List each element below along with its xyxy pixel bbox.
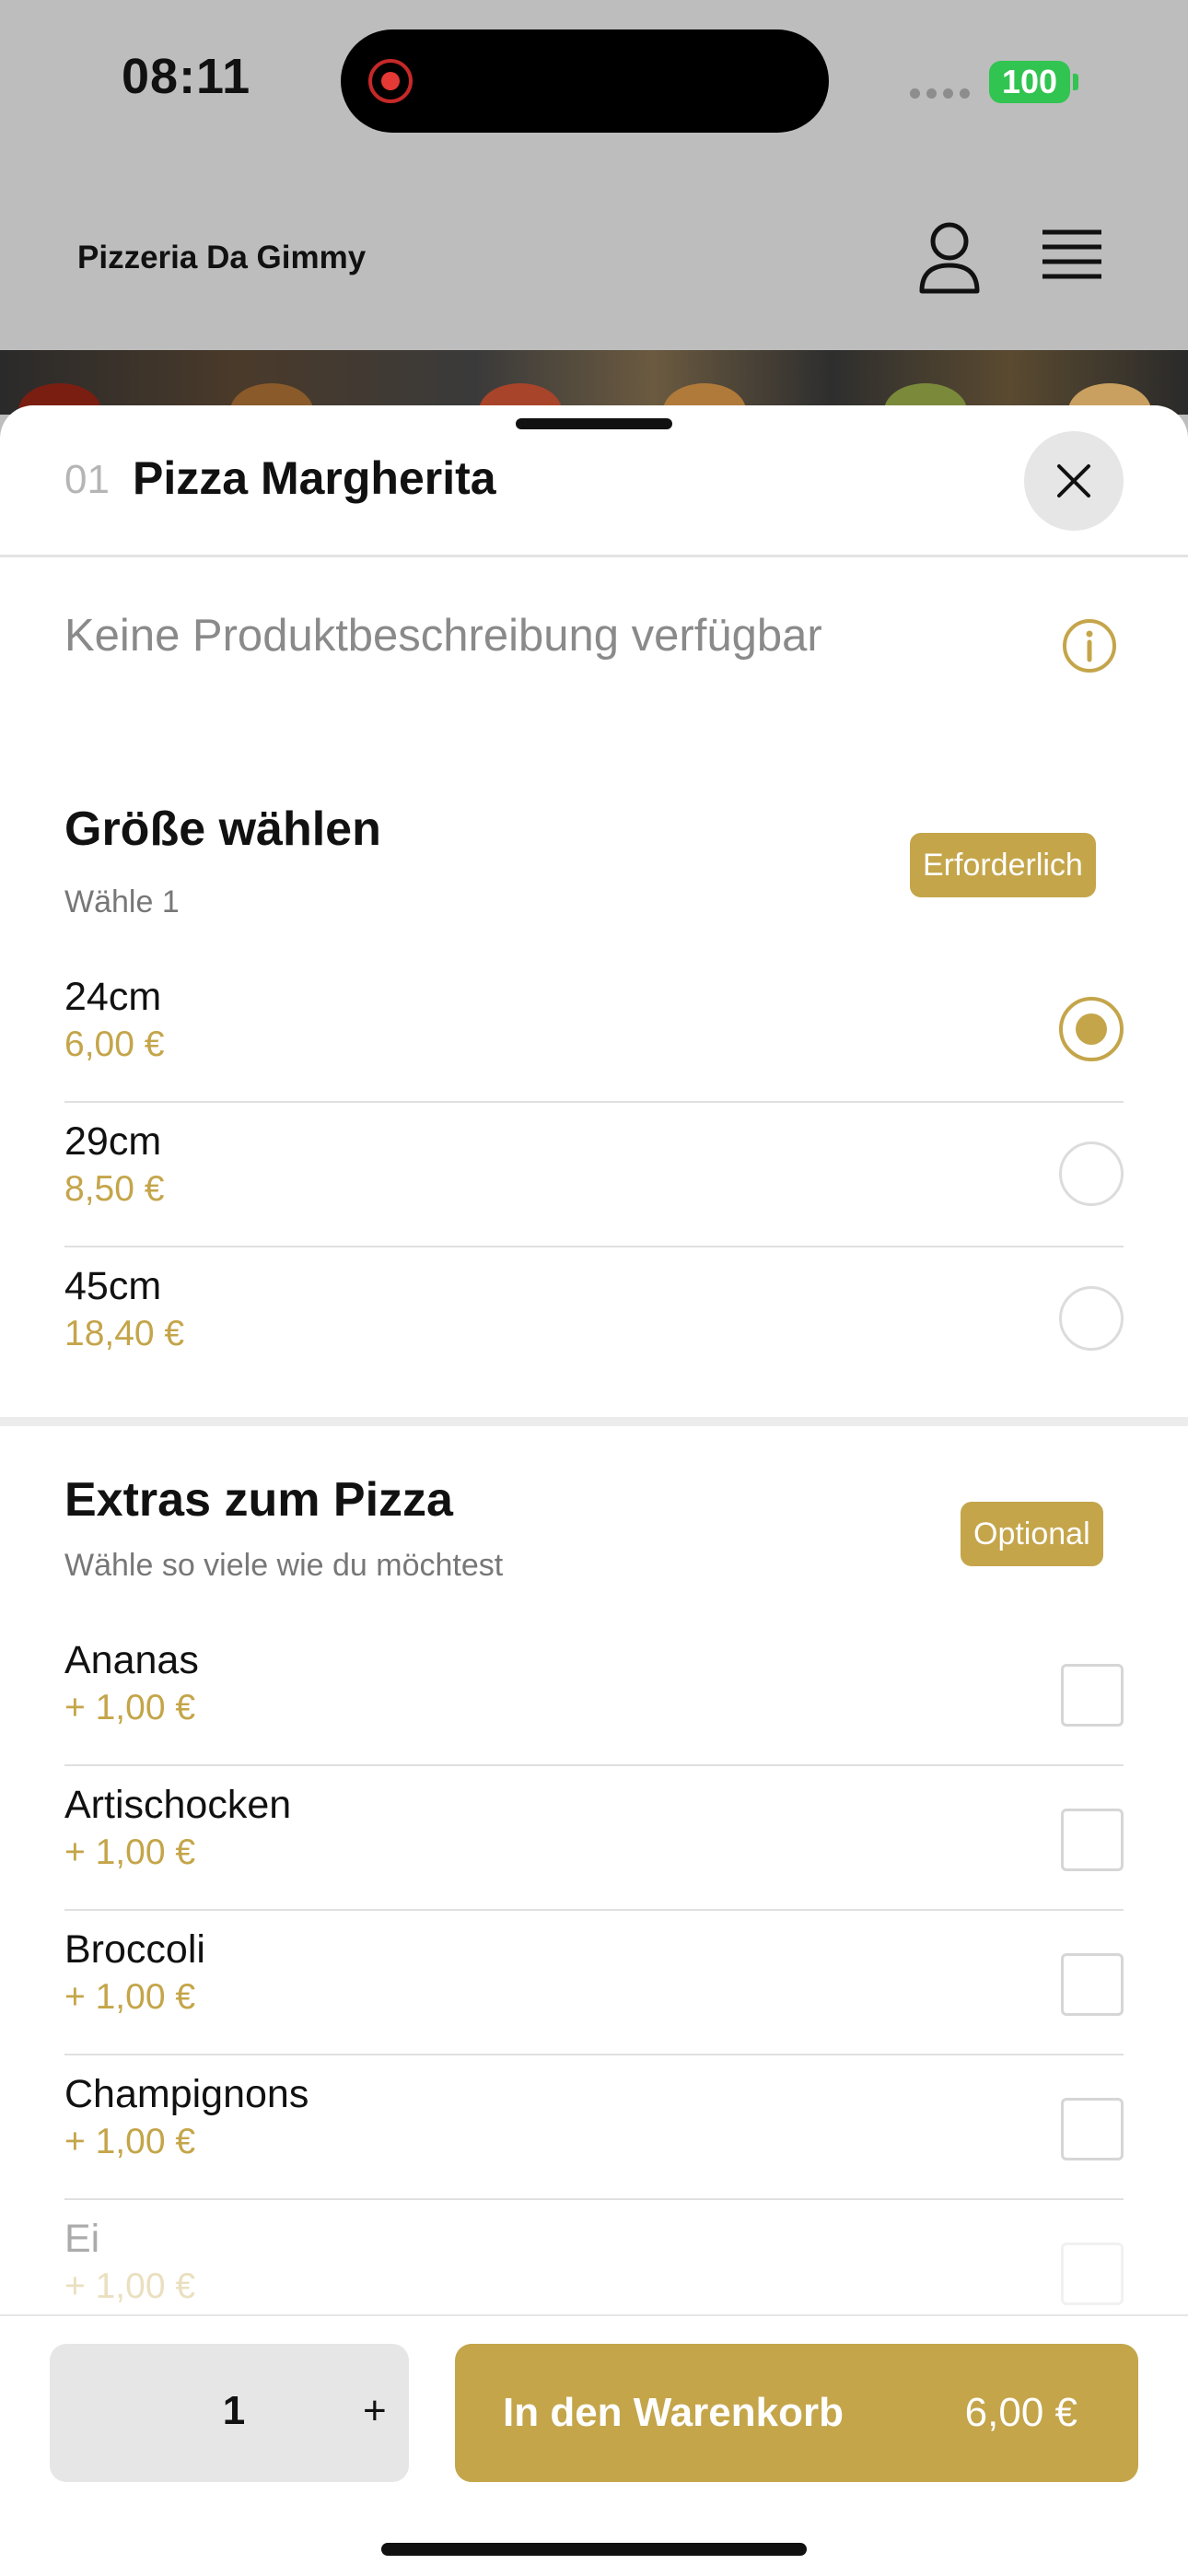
menu-icon[interactable] bbox=[1041, 227, 1103, 282]
option-price: + 1,00 € bbox=[64, 2122, 196, 2161]
extra-option[interactable]: Ananas + 1,00 € bbox=[64, 1622, 1124, 1766]
option-name: 24cm bbox=[64, 975, 162, 1019]
option-name: 29cm bbox=[64, 1119, 162, 1164]
radio-unselected[interactable] bbox=[1059, 1286, 1124, 1351]
quantity-value: 1 bbox=[222, 2388, 246, 2433]
product-title: Pizza Margherita bbox=[133, 452, 496, 504]
size-option[interactable]: 29cm 8,50 € bbox=[64, 1103, 1124, 1247]
status-time: 08:11 bbox=[122, 49, 251, 104]
battery-tip bbox=[1073, 74, 1078, 90]
extra-option[interactable]: Artischocken + 1,00 € bbox=[64, 1766, 1124, 1911]
add-to-cart-price: 6,00 € bbox=[964, 2390, 1077, 2435]
info-icon[interactable] bbox=[1061, 617, 1118, 674]
status-bar: 08:11 100 bbox=[0, 0, 1188, 166]
checkbox[interactable] bbox=[1061, 2242, 1124, 2305]
extras-section-title: Extras zum Pizza bbox=[64, 1473, 453, 1527]
size-option[interactable]: 24cm 6,00 € bbox=[64, 958, 1124, 1103]
signal-icon bbox=[910, 88, 970, 99]
header-divider bbox=[0, 555, 1188, 557]
quantity-plus-button[interactable]: + bbox=[363, 2388, 387, 2434]
option-name: Ananas bbox=[64, 1638, 199, 1682]
option-price: 18,40 € bbox=[64, 1314, 185, 1353]
add-to-cart-button[interactable]: In den Warenkorb 6,00 € bbox=[455, 2344, 1138, 2482]
user-icon[interactable] bbox=[917, 221, 982, 295]
close-button[interactable] bbox=[1024, 431, 1124, 531]
extra-option[interactable]: Broccoli + 1,00 € bbox=[64, 1911, 1124, 2055]
home-indicator bbox=[381, 2543, 807, 2556]
checkbox[interactable] bbox=[1061, 1664, 1124, 1727]
product-description: Keine Produktbeschreibung verfügbar bbox=[64, 611, 822, 661]
checkbox[interactable] bbox=[1061, 1953, 1124, 2016]
optional-badge: Optional bbox=[961, 1502, 1103, 1566]
option-name: 45cm bbox=[64, 1264, 162, 1308]
add-to-cart-label: In den Warenkorb bbox=[503, 2390, 844, 2435]
option-price: 6,00 € bbox=[64, 1025, 165, 1064]
option-price: + 1,00 € bbox=[64, 1977, 196, 2017]
option-price: + 1,00 € bbox=[64, 1688, 196, 1727]
checkbox[interactable] bbox=[1061, 1809, 1124, 1871]
extra-option[interactable]: Champignons + 1,00 € bbox=[64, 2055, 1124, 2200]
option-name: Broccoli bbox=[64, 1927, 205, 1972]
option-name: Artischocken bbox=[64, 1783, 292, 1827]
extras-section-subtitle: Wähle so viele wie du möchtest bbox=[64, 1548, 504, 1583]
option-price: 8,50 € bbox=[64, 1169, 165, 1209]
size-section-subtitle: Wähle 1 bbox=[64, 884, 180, 919]
product-number: 01 bbox=[64, 457, 110, 502]
option-name: Ei bbox=[64, 2217, 100, 2261]
battery-icon: 100 bbox=[989, 61, 1070, 103]
checkbox[interactable] bbox=[1061, 2098, 1124, 2160]
option-price: + 1,00 € bbox=[64, 2266, 196, 2306]
bottom-bar: 1 + In den Warenkorb 6,00 € bbox=[0, 2314, 1188, 2576]
brand-name[interactable]: Pizzeria Da Gimmy bbox=[77, 240, 366, 276]
quantity-stepper[interactable]: 1 + bbox=[50, 2344, 409, 2482]
option-name: Champignons bbox=[64, 2072, 309, 2116]
size-option[interactable]: 45cm 18,40 € bbox=[64, 1247, 1124, 1392]
size-section-title: Größe wählen bbox=[64, 802, 381, 856]
section-divider bbox=[0, 1417, 1188, 1426]
product-sheet: 01 Pizza Margherita Keine Produktbeschre… bbox=[0, 405, 1188, 2576]
record-icon bbox=[368, 59, 413, 103]
close-icon bbox=[1057, 464, 1090, 498]
radio-unselected[interactable] bbox=[1059, 1142, 1124, 1206]
dynamic-island bbox=[341, 29, 829, 133]
required-badge: Erforderlich bbox=[910, 833, 1096, 897]
sheet-grabber[interactable] bbox=[516, 418, 672, 429]
radio-selected[interactable] bbox=[1059, 997, 1124, 1061]
option-price: + 1,00 € bbox=[64, 1832, 196, 1872]
app-header: Pizzeria Da Gimmy bbox=[0, 166, 1188, 350]
